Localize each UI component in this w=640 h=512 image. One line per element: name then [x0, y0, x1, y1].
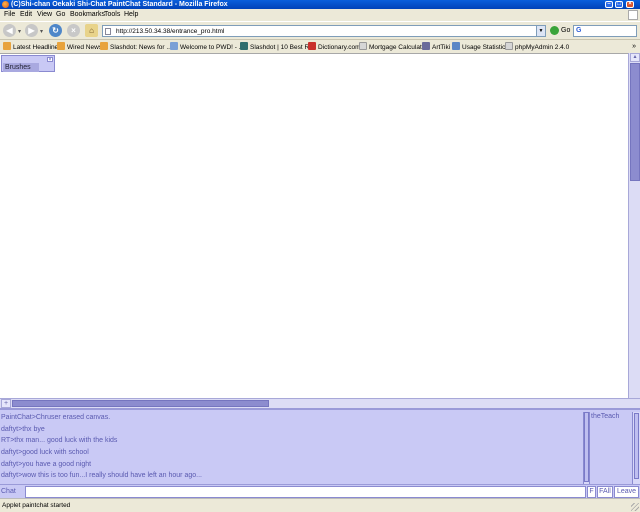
dictionary-icon: [308, 42, 316, 50]
user-list-scrollbar[interactable]: [632, 412, 640, 484]
page-icon: [105, 28, 111, 35]
menu-view[interactable]: View: [37, 11, 52, 19]
user-item[interactable]: theTeach: [590, 412, 632, 422]
rss-icon: [100, 42, 108, 50]
status-text: Applet paintchat started: [2, 502, 71, 509]
forward-button[interactable]: ▶: [25, 24, 38, 37]
bookmark-welcome-pwd[interactable]: Welcome to PWD! - ...: [170, 42, 244, 52]
menu-edit[interactable]: Edit: [20, 11, 32, 19]
menu-file[interactable]: File: [4, 11, 15, 19]
bookmark-slashdot-news[interactable]: Slashdot: News for ...: [100, 42, 172, 52]
f-button[interactable]: F: [587, 486, 596, 498]
chat-line: daftyt>you have a good night: [1, 460, 92, 468]
stop-icon: ×: [71, 26, 76, 35]
navigation-toolbar: ◀ ▾ ▶ ▾ ↻ × ⌂ http://213.50.34.38/entran…: [0, 21, 640, 39]
resize-grip-icon[interactable]: [631, 503, 639, 511]
user-list: theTeach: [590, 412, 632, 484]
scroll-up-icon[interactable]: ▴: [630, 53, 640, 62]
google-search-icon: G: [576, 27, 582, 34]
title-bar: (C)Shi-chan Oekaki Shi-Chat PaintChat St…: [0, 0, 640, 9]
bookmark-dictionary[interactable]: Dictionary.com: [308, 42, 361, 52]
close-icon[interactable]: ×: [47, 57, 53, 63]
brushes-label[interactable]: Brushes: [3, 63, 39, 72]
chat-log-scrollbar[interactable]: [583, 412, 590, 484]
fall-button[interactable]: FAll: [597, 486, 613, 498]
brushes-panel[interactable]: × Brushes: [1, 55, 55, 72]
bookmark-arttiki[interactable]: ArtTiki: [422, 42, 450, 52]
back-dropdown-icon[interactable]: ▾: [18, 28, 21, 35]
search-input[interactable]: G: [573, 25, 637, 37]
stop-button[interactable]: ×: [67, 24, 80, 37]
vertical-scroll-thumb[interactable]: [630, 63, 640, 181]
throbber-icon: [628, 10, 638, 20]
arttiki-icon: [422, 42, 430, 50]
url-dropdown-icon[interactable]: ▼: [536, 26, 545, 36]
bookmark-usage-statistics[interactable]: Usage Statistics: [452, 42, 509, 52]
bookmark-slashdot-best[interactable]: Slashdot | 10 Best R...: [240, 42, 315, 52]
menu-help[interactable]: Help: [124, 11, 138, 19]
page-icon: [359, 42, 367, 50]
leave-button[interactable]: Leave: [614, 486, 639, 498]
menu-bar: File Edit View Go Bookmarks Tools Help: [0, 9, 640, 21]
chat-line: daftyt>thx bye: [1, 425, 45, 433]
minimize-button[interactable]: –: [605, 1, 613, 8]
firefox-icon: [2, 1, 9, 8]
status-bar: Applet paintchat started: [0, 498, 640, 512]
browser-window: (C)Shi-chan Oekaki Shi-Chat PaintChat St…: [0, 0, 640, 512]
bookmarks-toolbar: Latest Headlines Wired News Slashdot: Ne…: [0, 39, 640, 53]
page-icon: [170, 42, 178, 50]
chat-line: daftyt>good luck with school: [1, 449, 89, 457]
chat-input-row: Chat F FAll Leave: [0, 484, 640, 498]
bookmark-wired-news[interactable]: Wired News: [57, 42, 102, 52]
go-button[interactable]: Go: [561, 27, 570, 34]
user-scroll-thumb[interactable]: [634, 413, 639, 479]
canvas-vertical-scrollbar[interactable]: ▴: [628, 53, 640, 398]
chat-scroll-thumb[interactable]: [584, 412, 589, 482]
chat-input[interactable]: [25, 486, 586, 498]
window-title: (C)Shi-chan Oekaki Shi-Chat PaintChat St…: [11, 1, 228, 8]
home-button[interactable]: ⌂: [85, 24, 98, 37]
rss-icon: [3, 42, 11, 50]
canvas-horizontal-scrollbar[interactable]: +: [0, 398, 640, 408]
forward-arrow-icon: ▶: [28, 26, 35, 35]
stats-icon: [452, 42, 460, 50]
paint-canvas[interactable]: × Brushes: [0, 53, 628, 398]
back-button[interactable]: ◀: [3, 24, 16, 37]
chat-label: Chat: [1, 488, 16, 495]
zoom-plus-icon[interactable]: +: [1, 399, 11, 408]
reload-icon: ↻: [52, 26, 59, 35]
back-arrow-icon: ◀: [6, 26, 13, 35]
close-window-button[interactable]: ×: [626, 1, 634, 8]
chat-log: PaintChat>Chruser erased canvas. daftyt>…: [0, 412, 582, 484]
chat-line: PaintChat>Chruser erased canvas.: [1, 414, 111, 421]
bookmark-latest-headlines[interactable]: Latest Headlines: [3, 42, 61, 52]
forward-dropdown-icon[interactable]: ▾: [40, 28, 43, 35]
chat-line: RT>thx man... good luck with the kids: [1, 437, 118, 445]
menu-tools[interactable]: Tools: [104, 11, 120, 19]
horizontal-scroll-thumb[interactable]: [12, 400, 269, 407]
reload-button[interactable]: ↻: [49, 24, 62, 37]
url-text[interactable]: http://213.50.34.38/entrance_pro.html: [116, 27, 224, 36]
chat-line: daftyt>wow this is too fun...I really sh…: [1, 472, 202, 480]
page-icon: [505, 42, 513, 50]
chat-panel: PaintChat>Chruser erased canvas. daftyt>…: [0, 408, 640, 484]
address-bar[interactable]: http://213.50.34.38/entrance_pro.html ▼: [102, 25, 546, 37]
slashdot-icon: [240, 42, 248, 50]
go-icon[interactable]: [550, 26, 559, 35]
maximize-button[interactable]: □: [615, 1, 623, 8]
menu-bookmarks[interactable]: Bookmarks: [70, 11, 105, 19]
bookmark-mortgage-calculator[interactable]: Mortgage Calculator: [359, 42, 428, 52]
home-icon: ⌂: [89, 26, 94, 35]
bookmark-phpmyadmin[interactable]: phpMyAdmin 2.4.0: [505, 42, 569, 52]
menu-go[interactable]: Go: [56, 11, 65, 19]
bookmarks-overflow-icon[interactable]: »: [632, 42, 636, 52]
rss-icon: [57, 42, 65, 50]
